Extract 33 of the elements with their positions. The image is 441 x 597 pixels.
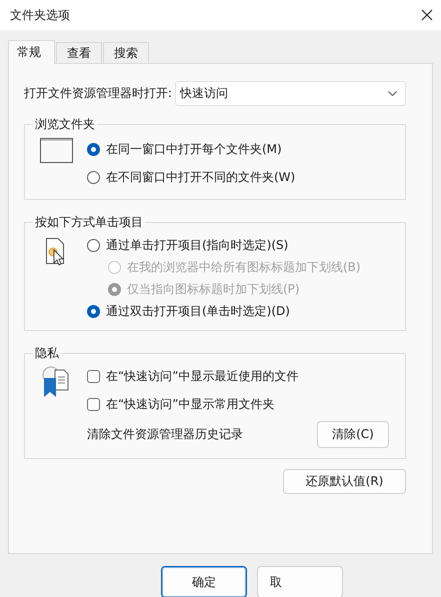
ok-button[interactable]: 确定	[161, 566, 247, 597]
group-title: 浏览文件夹	[34, 116, 96, 133]
clear-history-label: 清除文件资源管理器历史记录	[87, 426, 243, 442]
clear-button[interactable]: 清除(C)	[317, 420, 389, 448]
group-title: 按如下方式单击项目	[34, 214, 144, 231]
radio-label: 仅当指向图标标题时加下划线(P)	[127, 280, 300, 298]
radio-button[interactable]	[87, 304, 100, 318]
tab[interactable]: 查看	[56, 42, 102, 63]
caret-icon	[388, 91, 397, 96]
checkbox-label: 在“快速访问”中显示最近使用的文件	[106, 368, 298, 384]
field-label: 打开文件资源管理器时打开:	[24, 85, 172, 102]
checkbox-label: 在“快速访问”中显示常用文件夹	[106, 396, 274, 412]
dropdown[interactable]: 快速访问	[175, 81, 406, 106]
tab[interactable]: 搜索	[103, 42, 149, 63]
window-icon	[40, 138, 72, 163]
checkbox[interactable]	[87, 398, 100, 410]
privacy-icon	[41, 366, 71, 398]
radio-label: 在不同窗口中打开不同的文件夹(W)	[106, 168, 296, 186]
dialog-button[interactable]: 取	[257, 566, 343, 597]
radio-label: 在同一窗口中打开每个文件夹(M)	[106, 140, 282, 158]
window-title: 文件夹选项	[10, 6, 70, 24]
checkbox[interactable]	[87, 370, 100, 382]
radio-button[interactable]	[87, 170, 100, 184]
group-title: 隐私	[34, 345, 60, 362]
tab[interactable]: 常规	[8, 40, 55, 64]
restore-defaults-button[interactable]: 还原默认值(R)	[283, 469, 406, 494]
radio-label: 在我的浏览器中给所有图标标题加下划线(B)	[127, 258, 361, 276]
close-icon[interactable]	[421, 9, 433, 21]
radio-button[interactable]	[87, 238, 100, 252]
radio-label: 通过单击打开项目(指向时选定)(S)	[106, 236, 288, 254]
file-cursor-icon	[46, 238, 66, 266]
radio-button[interactable]	[87, 142, 100, 156]
radio-label: 通过双击打开项目(单击时选定)(D)	[106, 302, 290, 320]
